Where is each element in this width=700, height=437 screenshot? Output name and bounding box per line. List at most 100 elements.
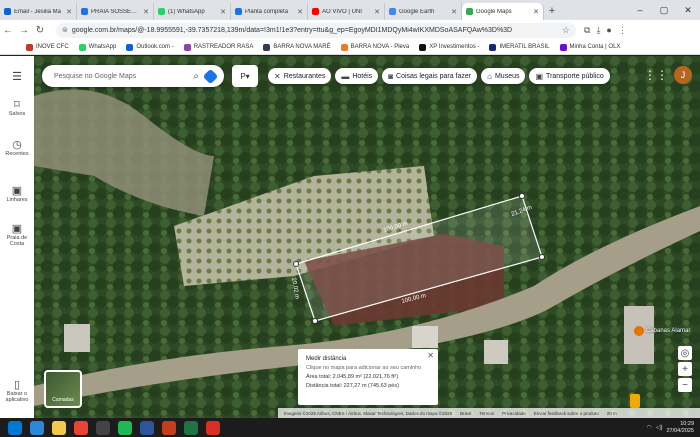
footer-item-3[interactable]: Privacidade: [502, 411, 526, 416]
bookmark-2[interactable]: Outlook.com -: [126, 43, 174, 51]
tab-favicon-icon: [466, 8, 473, 15]
footer-item-5[interactable]: 20 m: [607, 411, 617, 416]
new-tab-button[interactable]: +: [544, 3, 560, 20]
acrobat-icon[interactable]: [206, 420, 220, 435]
tab-5[interactable]: Google Earth ✕: [385, 3, 462, 20]
volume-icon[interactable]: ◁): [656, 424, 663, 431]
place-marker[interactable]: Cabanas Alamar: [634, 326, 690, 336]
tab-1[interactable]: PRAIA SOSSEGO ✕: [77, 3, 154, 20]
recent-praia[interactable]: ▣ Praia de Costa: [0, 222, 34, 247]
extensions-icon[interactable]: ⧉: [584, 25, 590, 36]
maps-sidebar: ☰ ⌑ Salvos ◷ Recentes ▣ Linhares ▣ Praia de …: [0, 56, 34, 418]
chip-3[interactable]: ⌂ Museus: [481, 68, 526, 84]
tab-close-icon[interactable]: ✕: [143, 8, 149, 16]
taskbar: ◠ ◁) 10:29 27/04/2025: [0, 418, 700, 437]
forward-icon[interactable]: →: [16, 25, 32, 36]
fork-knife-icon: ✕: [274, 71, 281, 81]
tab-close-icon[interactable]: ✕: [297, 8, 303, 16]
back-icon[interactable]: ←: [0, 25, 16, 36]
layers-button[interactable]: Camadas: [44, 370, 82, 408]
notes-icon[interactable]: [96, 420, 110, 435]
spotify-icon[interactable]: [118, 420, 132, 435]
clock[interactable]: 10:29 27/04/2025: [666, 421, 694, 435]
close-window-icon[interactable]: ✕: [676, 0, 700, 20]
recent-linhares[interactable]: ▣ Linhares: [0, 184, 34, 203]
bookmark-5[interactable]: BARRA NOVA - Pleva: [340, 43, 410, 51]
bookmark-1[interactable]: WhatsApp: [78, 43, 116, 51]
footer-item-1[interactable]: Brasil: [460, 411, 471, 416]
tab-close-icon[interactable]: ✕: [374, 8, 380, 16]
profile-icon[interactable]: ●: [606, 25, 611, 36]
wifi-icon[interactable]: ◠: [647, 424, 652, 431]
url-field[interactable]: ⊜ google.com.br/maps/@-18.9955591,-39.73…: [56, 22, 576, 38]
search-box[interactable]: Pesquise no Google Maps ⌕: [42, 65, 224, 87]
menu-button[interactable]: ☰: [0, 70, 34, 83]
tab-label: Email - Jesilia Ma: [14, 8, 62, 15]
download-icon[interactable]: ⤓: [596, 25, 600, 36]
directions-icon[interactable]: [202, 68, 219, 84]
zoom-in-button[interactable]: +: [678, 362, 692, 376]
bookmark-0[interactable]: INOVE CFC: [26, 43, 69, 51]
tab-2[interactable]: (1) WhatsApp ✕: [154, 3, 231, 20]
museum-icon: ⌂: [487, 71, 492, 81]
tab-close-icon[interactable]: ✕: [533, 8, 539, 16]
tab-close-icon[interactable]: ✕: [451, 8, 457, 16]
bookmark-favicon-icon: [489, 43, 497, 51]
windows-start-icon[interactable]: [8, 420, 22, 435]
tab-close-icon[interactable]: ✕: [66, 8, 72, 16]
place-type-dropdown[interactable]: P▾: [232, 65, 258, 87]
system-tray: ◠ ◁) 10:29 27/04/2025: [647, 421, 700, 435]
tab-close-icon[interactable]: ✕: [220, 8, 226, 16]
avatar[interactable]: J: [674, 66, 692, 84]
reload-icon[interactable]: ↻: [32, 25, 48, 36]
bookmark-3[interactable]: RASTREADOR RASA: [183, 43, 253, 51]
tab-3[interactable]: Planta completa ✕: [231, 3, 308, 20]
my-location-icon[interactable]: ◎: [678, 346, 692, 360]
map-canvas[interactable]: 100,00 m 21,24 m 100,00 m 20,02 m Pesqui…: [34, 56, 700, 418]
edge-icon[interactable]: [30, 420, 44, 435]
bookmarks-bar: INOVE CFC WhatsApp Outlook.com - RASTREADOR…: [0, 40, 700, 55]
chrome-icon[interactable]: [74, 420, 88, 435]
bookmark-6[interactable]: XP Investimentos -: [419, 43, 479, 51]
close-icon[interactable]: ✕: [427, 351, 434, 360]
search-input[interactable]: Pesquise no Google Maps: [54, 73, 136, 80]
bookmark-4[interactable]: BARRA NOVA MARÉ: [263, 43, 331, 51]
search-icon[interactable]: ⌕: [193, 71, 199, 82]
recent-button[interactable]: ◷ Recentes: [0, 138, 34, 157]
chip-4[interactable]: ▣ Transporte público: [529, 68, 610, 84]
maximize-icon[interactable]: ▢: [652, 0, 676, 20]
chip-1[interactable]: ▬ Hotéis: [335, 68, 379, 84]
pegman-icon[interactable]: [630, 394, 640, 408]
bookmark-favicon-icon: [26, 43, 33, 51]
apps-grid-icon[interactable]: ⋮⋮: [644, 68, 668, 82]
powerpoint-icon[interactable]: [162, 420, 176, 435]
tab-0[interactable]: Email - Jesilia Ma ✕: [0, 3, 77, 20]
excel-icon[interactable]: [184, 420, 198, 435]
saved-label: Salvos: [8, 111, 26, 117]
word-icon[interactable]: [140, 420, 154, 435]
tab-favicon-icon: [4, 8, 11, 15]
saved-button[interactable]: ⌑ Salvos: [0, 98, 34, 117]
chip-2[interactable]: ◙ Coisas legais para fazer: [382, 68, 478, 84]
download-app-button[interactable]: ▯ Baixar o aplicativo: [0, 378, 34, 403]
chip-0[interactable]: ✕ Restaurantes: [268, 68, 332, 84]
tab-6[interactable]: Google Maps ✕: [462, 3, 544, 20]
bookmark-label: BARRA NOVA - Pleva: [350, 44, 410, 50]
bookmark-8[interactable]: Minha Conta | OLX: [559, 43, 620, 51]
tab-label: Google Earth: [399, 8, 435, 15]
explorer-icon[interactable]: [52, 420, 66, 435]
bookmark-7[interactable]: IMERATIL BRASIL: [489, 43, 550, 51]
site-info-icon[interactable]: ⊜: [62, 26, 68, 34]
minimize-icon[interactable]: –: [628, 0, 652, 20]
tab-4[interactable]: AO VIVO | UNI ✕: [308, 3, 385, 20]
place-label: Cabanas Alamar: [646, 328, 691, 334]
footer-item-4[interactable]: Enviar feedback sobre o produto: [534, 411, 599, 416]
tab-label: Google Maps: [476, 8, 512, 15]
footer-item-2[interactable]: Termos: [479, 411, 494, 416]
bookmark-star-icon[interactable]: ☆: [562, 25, 570, 36]
zoom-out-button[interactable]: −: [678, 378, 692, 392]
chip-label: Museus: [494, 72, 520, 80]
menu-icon[interactable]: ⋮: [618, 25, 627, 36]
phone-icon: ▯: [13, 379, 21, 391]
window-controls: – ▢ ✕: [628, 0, 700, 20]
